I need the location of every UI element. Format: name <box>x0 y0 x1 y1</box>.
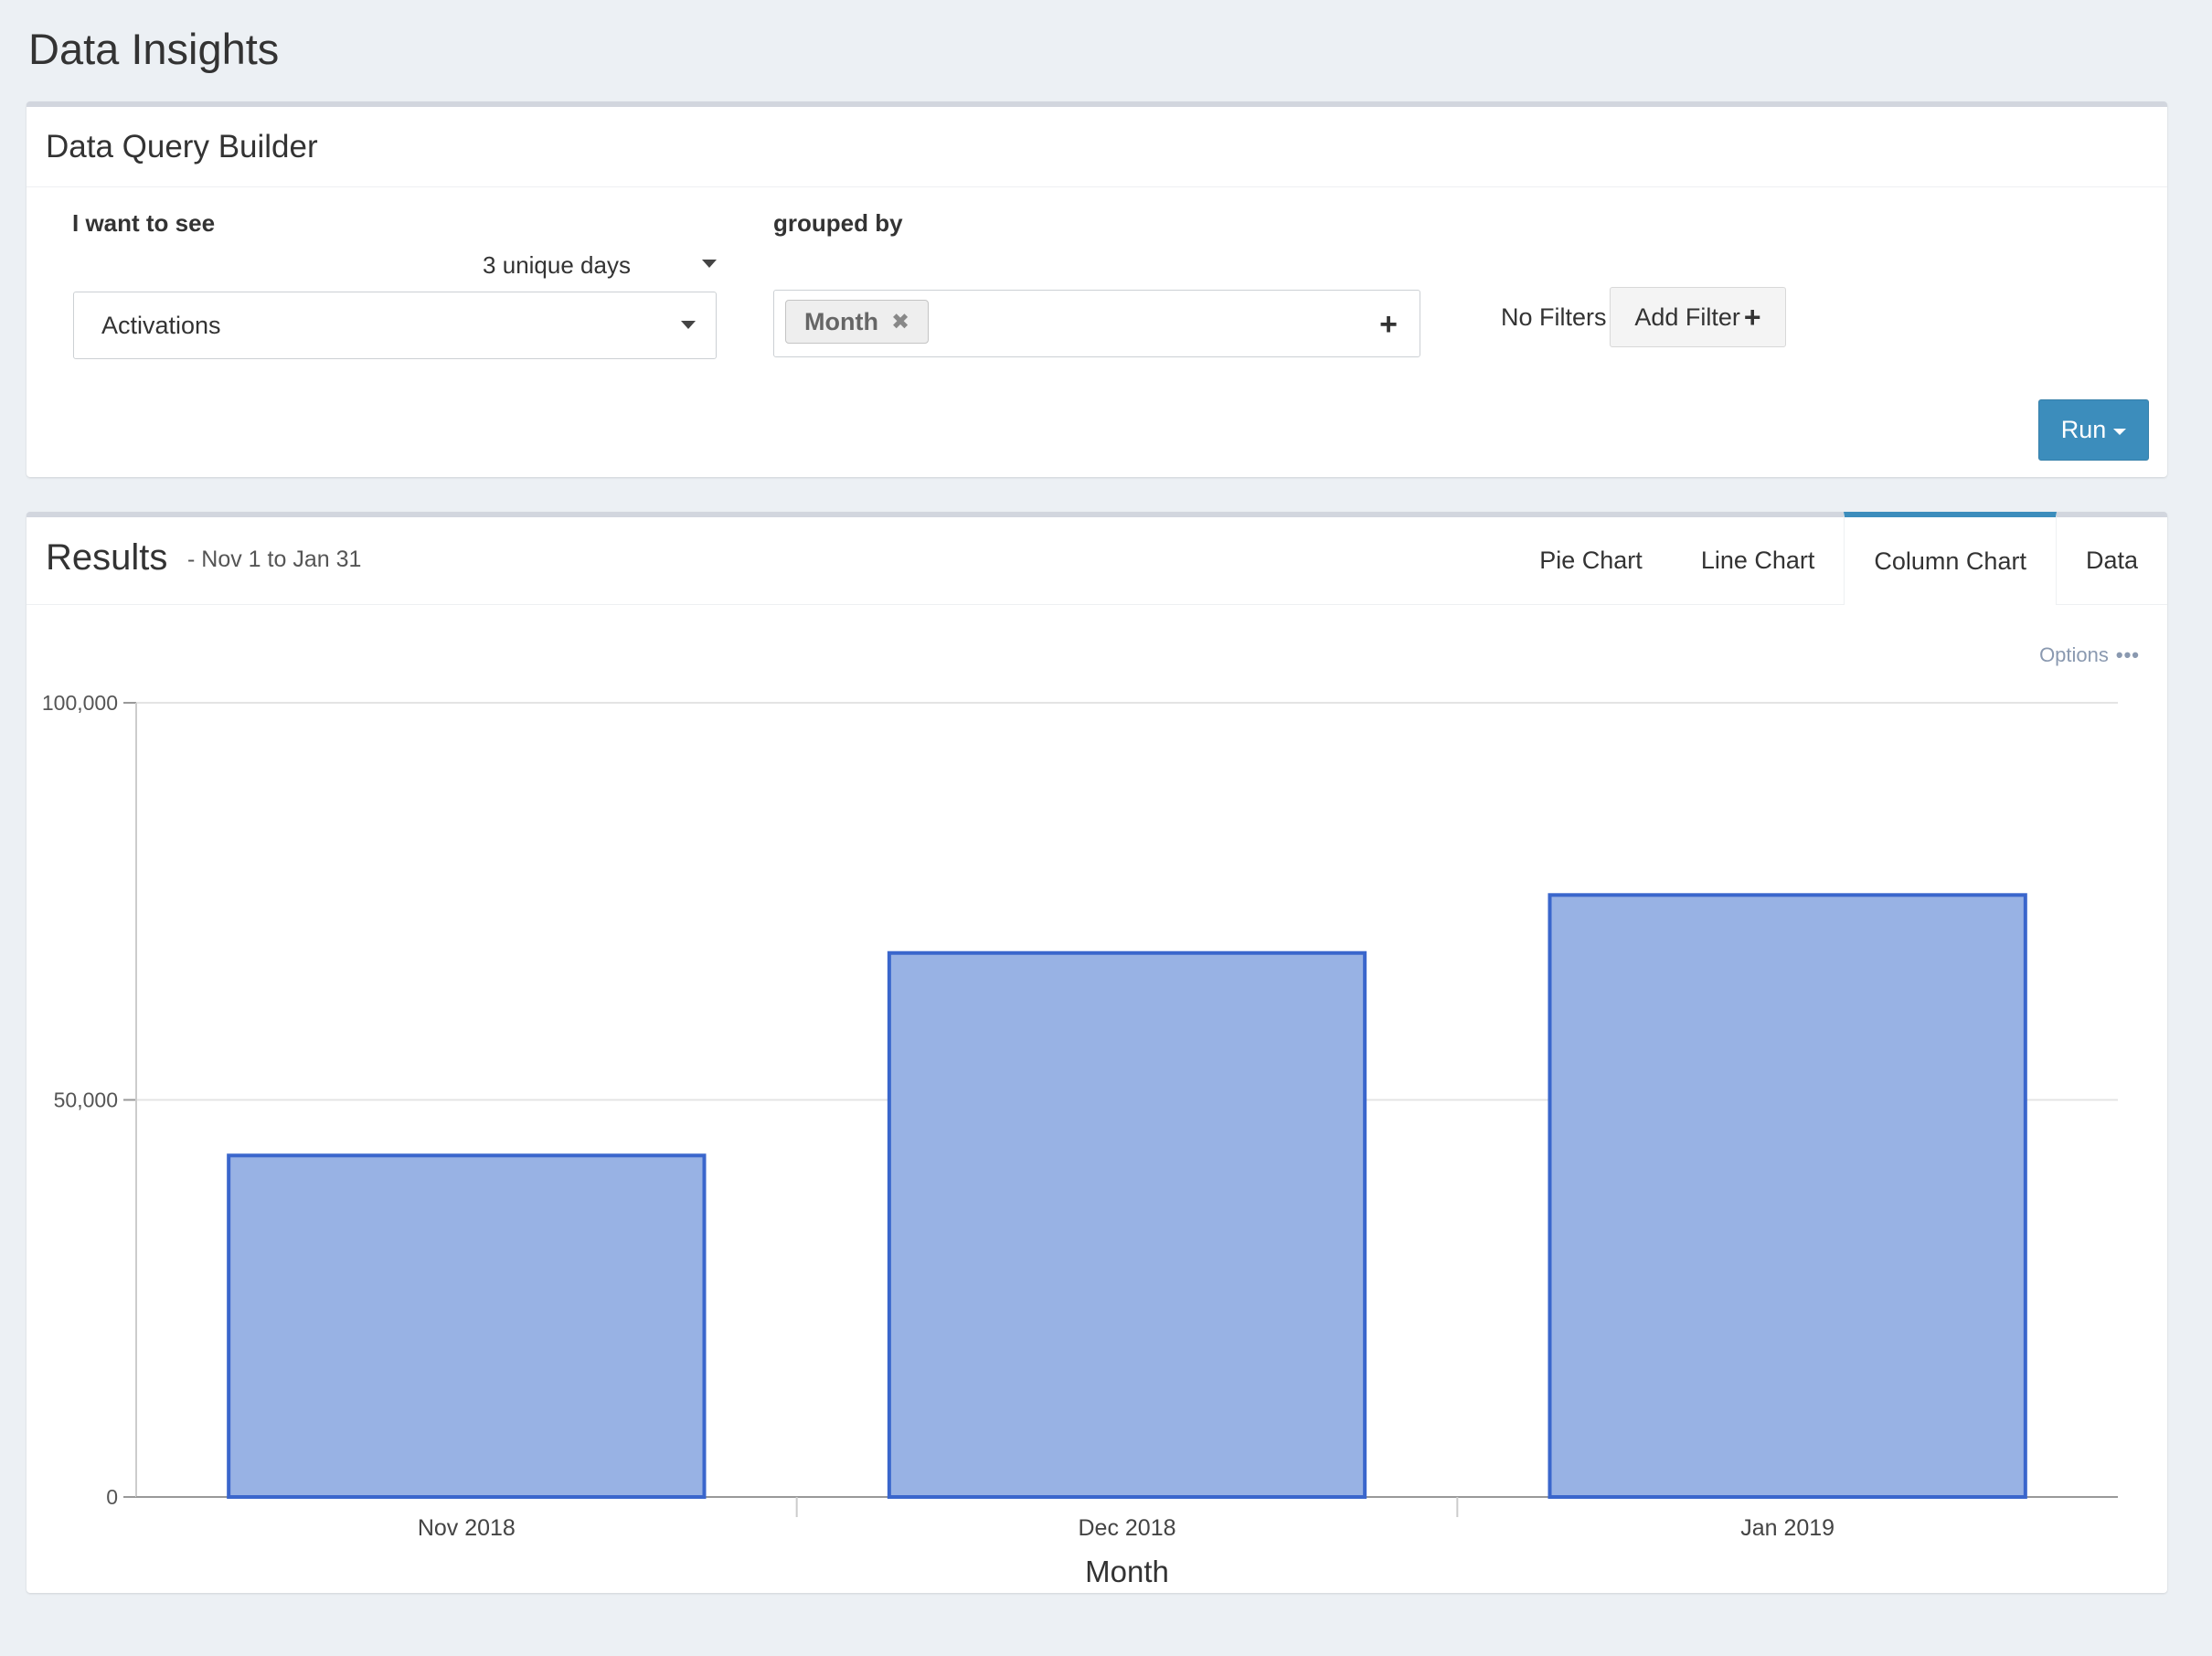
group-tag-month: Month ✖ <box>785 300 930 344</box>
bar-0 <box>227 1153 707 1500</box>
y-tick-label: 100,000 <box>42 691 118 715</box>
bar-1 <box>887 950 1367 1499</box>
query-builder-header: Data Query Builder <box>27 107 2167 187</box>
column-chart: 0 50,000 100,000 Nov 2018 Dec 2018 Jan 2019 Mo… <box>42 691 2118 1588</box>
group-by-input[interactable]: Month ✖ + <box>773 290 1420 357</box>
query-builder-title: Data Query Builder <box>46 128 318 165</box>
x-tick-label: Jan 2019 <box>1740 1515 1834 1541</box>
caret-down-icon <box>702 260 717 268</box>
results-panel: Results - Nov 1 to Jan 31 Pie Chart Line… <box>27 512 2167 1593</box>
metric-value: Activations <box>101 311 221 339</box>
x-tick-label: Nov 2018 <box>418 1515 516 1541</box>
bar-2 <box>1547 893 2027 1500</box>
y-tick-label: 50,000 <box>54 1088 118 1112</box>
run-button[interactable]: Run <box>2038 399 2149 461</box>
caret-down-icon <box>2113 429 2127 435</box>
remove-tag-icon[interactable]: ✖ <box>891 309 909 335</box>
query-builder-panel: Data Query Builder I want to see 3 uniqu… <box>27 101 2167 477</box>
group-tag-label: Month <box>804 307 878 335</box>
plus-icon: + <box>1743 300 1761 334</box>
add-filter-label: Add Filter <box>1634 303 1740 331</box>
add-filter-button[interactable]: Add Filter + <box>1610 287 1786 347</box>
page-title: Data Insights <box>28 25 280 73</box>
y-tick-label: 0 <box>106 1485 118 1509</box>
want-to-see-label: I want to see <box>72 209 216 237</box>
metric-select[interactable]: Activations <box>73 292 717 359</box>
x-axis-title: Month <box>1085 1555 1169 1588</box>
caret-down-icon <box>681 321 696 329</box>
run-label: Run <box>2060 416 2107 443</box>
no-filters-text: No Filters <box>1501 303 1607 331</box>
add-group-icon[interactable]: + <box>1379 307 1398 343</box>
x-tick-label: Dec 2018 <box>1078 1515 1175 1541</box>
unique-days-value: 3 unique days <box>483 250 631 279</box>
grouped-by-label: grouped by <box>773 209 903 237</box>
unique-days-select[interactable]: 3 unique days <box>397 249 717 281</box>
